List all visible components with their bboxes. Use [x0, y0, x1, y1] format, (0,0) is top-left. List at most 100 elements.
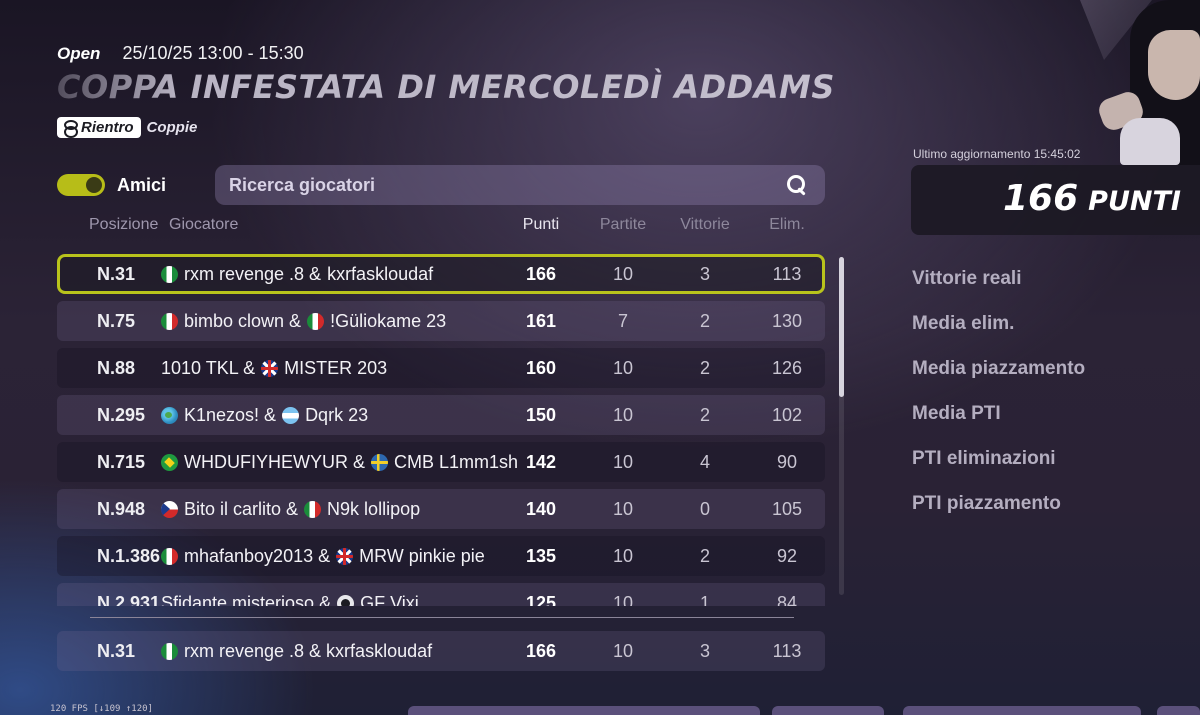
row-matches: 10 — [612, 358, 634, 378]
row-matches: 10 — [612, 405, 634, 425]
row-position: N.31 — [97, 641, 136, 661]
row-players: WHDUFIYHEWYUR & CMB L1mm1sh — [161, 442, 518, 482]
stat-avg-placement: Media piazzamento — [912, 358, 1086, 379]
player-name: !Güliokame 23 — [330, 311, 447, 331]
player-name: kxrfaskloudaf — [327, 264, 434, 284]
scrollbar-thumb[interactable] — [839, 257, 844, 397]
stat-placement-points: PTI piazzamento — [912, 493, 1061, 514]
bottom-button[interactable] — [408, 706, 760, 715]
row-wins: 3 — [699, 641, 711, 661]
leaderboard-list[interactable]: N.31 rxm revenge .8 & kxrfaskloudaf 166 … — [57, 254, 827, 606]
row-position: N.88 — [97, 358, 136, 378]
bottom-button[interactable] — [1157, 706, 1200, 715]
row-matches: 10 — [612, 546, 634, 566]
search-input[interactable] — [229, 174, 787, 196]
mode-tag: Coppie — [146, 119, 198, 136]
row-wins: 2 — [699, 546, 711, 566]
row-wins: 2 — [699, 405, 711, 425]
event-datetime: 25/10/25 13:00 - 15:30 — [122, 43, 304, 63]
row-matches: 7 — [617, 311, 629, 331]
character-collar — [1120, 118, 1180, 165]
table-row[interactable]: N.2.931 Sfidante misterioso & GF Vixi 12… — [57, 583, 825, 606]
player-name: bimbo clown & — [184, 311, 302, 331]
flag-argentina-icon — [282, 406, 300, 424]
header-position: Posizione — [89, 216, 159, 233]
table-row[interactable]: N.948 Bito il carlito & N9k lollipop 140… — [57, 489, 825, 529]
fps-counter: 120 FPS [↓109 ↑120] — [50, 704, 153, 714]
player-name: N9k lollipop — [327, 499, 421, 519]
row-elims: 84 — [776, 593, 798, 606]
row-points: 125 — [525, 593, 557, 606]
flag-uk-icon — [261, 359, 279, 377]
player-name: 1010 TKL & — [161, 358, 256, 378]
pirate-flag-icon — [337, 594, 355, 606]
row-position: N.295 — [97, 405, 146, 425]
row-wins: 4 — [699, 452, 711, 472]
bottom-button[interactable] — [772, 706, 884, 715]
scrollbar[interactable] — [839, 257, 844, 595]
flag-italy-icon — [161, 547, 178, 565]
header-player: Giocatore — [169, 216, 239, 233]
points-value: 166 — [1003, 178, 1079, 219]
bottom-button[interactable] — [903, 706, 1141, 715]
rientro-label: Rientro — [81, 119, 134, 136]
table-row[interactable]: N.715 WHDUFIYHEWYUR & CMB L1mm1sh 142 10… — [57, 442, 825, 482]
player-search[interactable] — [215, 165, 825, 205]
row-elims: 113 — [772, 641, 802, 661]
character-artwork — [1080, 0, 1200, 165]
points-card: 166 PUNTI — [911, 165, 1200, 235]
row-matches: 10 — [612, 452, 634, 472]
row-elims: 90 — [776, 452, 798, 472]
search-icon[interactable] — [787, 175, 807, 195]
flag-sweden-icon — [371, 453, 388, 471]
row-points: 160 — [525, 358, 557, 378]
player-name: rxm revenge .8 & — [184, 264, 322, 284]
flag-italy-icon — [307, 312, 325, 330]
table-header: Posizione Giocatore Punti Partite Vittor… — [57, 216, 827, 238]
rientro-badge: Rientro — [57, 117, 141, 138]
table-row[interactable]: N.1.386 mhafanboy2013 & MRW pinkie pie 1… — [57, 536, 825, 576]
row-wins: 2 — [699, 358, 711, 378]
event-title: COPPA INFESTATA DI MERCOLEDÌ ADDAMS — [57, 68, 917, 106]
row-position: N.31 — [97, 264, 136, 284]
own-position-row[interactable]: N.31 rxm revenge .8 & kxrfaskloudaf 166 … — [57, 631, 825, 671]
row-elims: 105 — [771, 499, 803, 519]
toggle-knob — [86, 177, 102, 193]
row-elims: 113 — [772, 264, 802, 284]
player-name: GF Vixi — [360, 593, 419, 606]
row-points: 135 — [525, 546, 557, 566]
flag-uk-icon — [336, 547, 354, 565]
stat-avg-elims: Media elim. — [912, 313, 1015, 334]
player-name: Bito il carlito & — [184, 499, 299, 519]
row-wins: 1 — [699, 593, 711, 606]
row-wins: 0 — [699, 499, 711, 519]
table-row-selected[interactable]: N.31 rxm revenge .8 & kxrfaskloudaf 166 … — [57, 254, 825, 294]
row-players: Bito il carlito & N9k lollipop — [161, 489, 420, 529]
event-tags: Rientro Coppie — [57, 117, 197, 138]
header-wins: Vittorie — [680, 216, 730, 233]
row-points: 166 — [525, 641, 557, 661]
row-position: N.2.931 — [97, 593, 161, 606]
toggle-switch[interactable] — [57, 174, 105, 196]
table-row[interactable]: N.88 1010 TKL & MISTER 203 160 10 2 126 — [57, 348, 825, 388]
friends-label: Amici — [117, 174, 167, 195]
table-row[interactable]: N.295 K1nezos! & Dqrk 23 150 10 2 102 — [57, 395, 825, 435]
row-points: 142 — [525, 452, 557, 472]
player-name: Dqrk 23 — [305, 405, 369, 425]
row-position: N.715 — [97, 452, 146, 472]
row-matches: 10 — [612, 264, 634, 284]
event-meta: Open 25/10/25 13:00 - 15:30 — [57, 43, 304, 64]
row-wins: 3 — [699, 264, 711, 284]
row-players: Sfidante misterioso & GF Vixi — [161, 583, 419, 606]
row-players: bimbo clown & !Güliokame 23 — [161, 301, 446, 341]
row-players: K1nezos! & Dqrk 23 — [161, 395, 368, 435]
row-matches: 10 — [612, 499, 634, 519]
character-face — [1148, 30, 1200, 100]
row-position: N.1.386 — [97, 546, 161, 566]
points-unit: PUNTI — [1088, 186, 1181, 217]
row-elims: 92 — [776, 546, 798, 566]
player-name: MISTER 203 — [284, 358, 388, 378]
table-row[interactable]: N.75 bimbo clown & !Güliokame 23 161 7 2… — [57, 301, 825, 341]
stat-avg-points: Media PTI — [912, 403, 1001, 424]
friends-toggle[interactable]: Amici — [57, 174, 166, 196]
